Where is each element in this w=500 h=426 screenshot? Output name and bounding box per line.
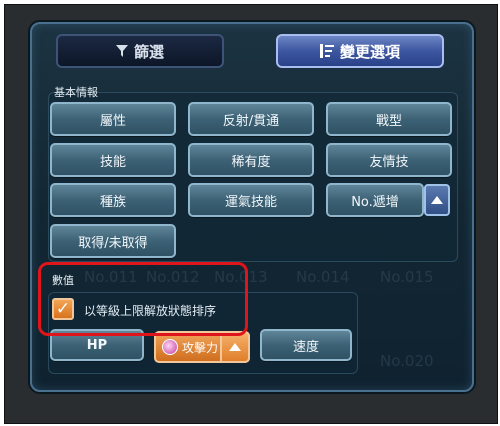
sort-obtained-button[interactable]: 取得/未取得 — [50, 224, 176, 258]
sort-race-button[interactable]: 種族 — [50, 183, 176, 217]
sort-battle-type-button[interactable]: 戰型 — [326, 102, 452, 136]
bg-number: No.015 — [380, 268, 434, 286]
sort-attribute-button[interactable]: 屬性 — [50, 102, 176, 136]
sort-friendship-skill-button[interactable]: 友情技 — [326, 143, 452, 177]
highlight-box — [38, 262, 248, 336]
sort-rarity-button[interactable]: 稀有度 — [188, 143, 314, 177]
bg-number: No.020 — [380, 352, 434, 370]
sort-luck-skill-button[interactable]: 運氣技能 — [188, 183, 314, 217]
order-toggle-button[interactable] — [424, 184, 450, 216]
arrow-up-icon — [431, 196, 443, 204]
filter-icon — [115, 45, 128, 57]
sort-icon — [319, 44, 334, 58]
tab-sort-label: 變更選項 — [339, 42, 400, 61]
attack-gem-icon — [162, 339, 178, 355]
sort-skill-button[interactable]: 技能 — [50, 143, 176, 177]
sort-reflect-pierce-button[interactable]: 反射/貫通 — [188, 102, 314, 136]
bg-number: No.014 — [296, 268, 350, 286]
sort-speed-button[interactable]: 速度 — [260, 329, 352, 361]
basic-info-label: 基本情報 — [54, 86, 98, 99]
arrow-up-icon — [229, 343, 241, 351]
sort-attack-label: 攻擊力 — [182, 340, 219, 355]
tab-sort[interactable]: 變更選項 — [276, 34, 444, 68]
tab-filter[interactable]: 篩選 — [56, 34, 224, 68]
sort-number-ascending-button[interactable]: No.遞增 — [326, 183, 424, 217]
tab-filter-label: 篩選 — [133, 42, 164, 61]
